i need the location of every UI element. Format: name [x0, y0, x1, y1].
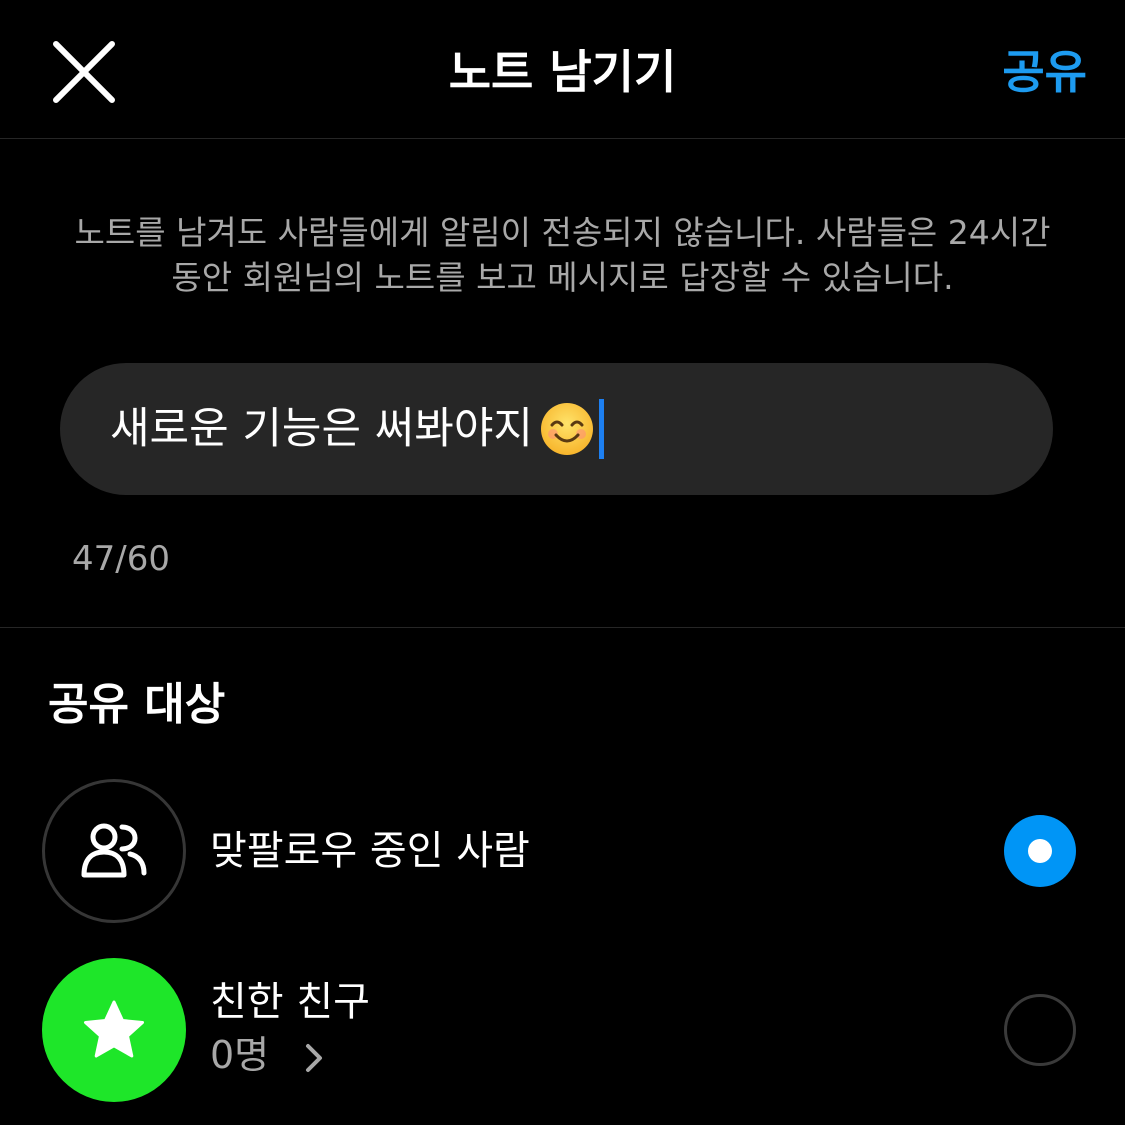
- page-title: 노트 남기기: [448, 45, 677, 99]
- radio-selected-dot: [1028, 839, 1052, 863]
- mutual-followers-label: 맞팔로우 중인 사람: [210, 828, 530, 874]
- mutual-followers-avatar: [42, 779, 186, 923]
- note-input-value: 새로운 기능은 써봐야지: [110, 404, 533, 454]
- people-icon: [81, 823, 147, 878]
- text-caret: [598, 399, 604, 459]
- close-friends-radio[interactable]: [1004, 994, 1076, 1066]
- close-friends-count: 0명: [210, 1033, 270, 1077]
- header-bar: 노트 남기기 공유: [0, 0, 1125, 139]
- chevron-right-icon: [306, 1043, 323, 1072]
- section-divider: [0, 627, 1125, 628]
- mutual-followers-radio[interactable]: [1004, 815, 1076, 887]
- info-line-2: 동안 회원님의 노트를 보고 메시지로 답장할 수 있습니다.: [171, 258, 954, 297]
- note-input[interactable]: 새로운 기능은 써봐야지: [60, 363, 1053, 495]
- close-friends-label: 친한 친구: [210, 979, 370, 1025]
- audience-section-title: 공유 대상: [48, 679, 226, 730]
- info-line-1: 노트를 남겨도 사람들에게 알림이 전송되지 않습니다. 사람들은 24시간: [74, 213, 1051, 252]
- smiling-face-emoji-icon: [540, 403, 593, 455]
- audience-option-mutual-followers[interactable]: 맞팔로우 중인 사람: [0, 779, 1125, 923]
- close-friends-avatar: [42, 958, 186, 1102]
- info-text: 노트를 남겨도 사람들에게 알림이 전송되지 않습니다. 사람들은 24시간 동…: [40, 210, 1085, 300]
- close-friends-count-link[interactable]: 0명: [210, 1028, 325, 1082]
- audience-option-close-friends[interactable]: 친한 친구 0명: [0, 958, 1125, 1102]
- share-button[interactable]: 공유: [1002, 40, 1087, 104]
- character-counter: 47/60: [72, 539, 170, 579]
- star-icon: [84, 1000, 144, 1058]
